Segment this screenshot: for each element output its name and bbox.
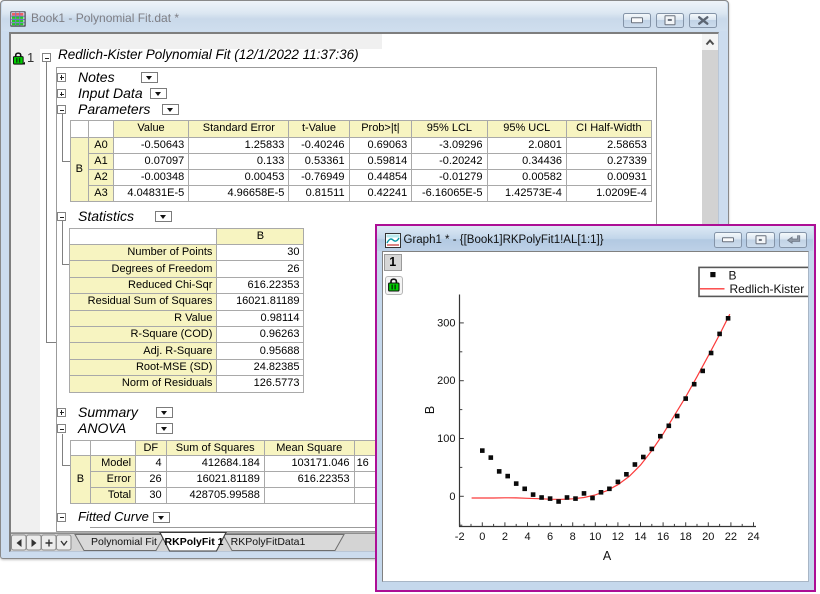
svg-text:12: 12 — [611, 531, 623, 543]
svg-text:22: 22 — [724, 531, 736, 543]
svg-text:RKPolyFitData1: RKPolyFitData1 — [231, 536, 306, 548]
svg-text:16: 16 — [656, 531, 668, 543]
svg-text:B: B — [728, 268, 736, 282]
svg-text:RKPolyFit 1: RKPolyFit 1 — [165, 536, 224, 548]
svg-text:300: 300 — [437, 317, 455, 329]
svg-text:10: 10 — [589, 531, 601, 543]
svg-text:Redlich-Kister: Redlich-Kister — [729, 282, 804, 296]
svg-text:6: 6 — [547, 531, 553, 543]
svg-text:18: 18 — [679, 531, 691, 543]
svg-text:4: 4 — [524, 531, 530, 543]
svg-text:Polynomial Fit: Polynomial Fit — [91, 536, 157, 548]
svg-text:14: 14 — [634, 531, 646, 543]
svg-text:100: 100 — [437, 433, 455, 445]
svg-text:8: 8 — [569, 531, 575, 543]
svg-text:24: 24 — [747, 531, 759, 543]
svg-text:-2: -2 — [454, 531, 464, 543]
svg-text:0: 0 — [479, 531, 485, 543]
svg-text:A: A — [602, 549, 611, 563]
svg-text:0: 0 — [449, 490, 455, 502]
svg-text:20: 20 — [702, 531, 714, 543]
svg-text:2: 2 — [501, 531, 507, 543]
svg-text:200: 200 — [437, 375, 455, 387]
svg-text:B: B — [423, 405, 437, 413]
